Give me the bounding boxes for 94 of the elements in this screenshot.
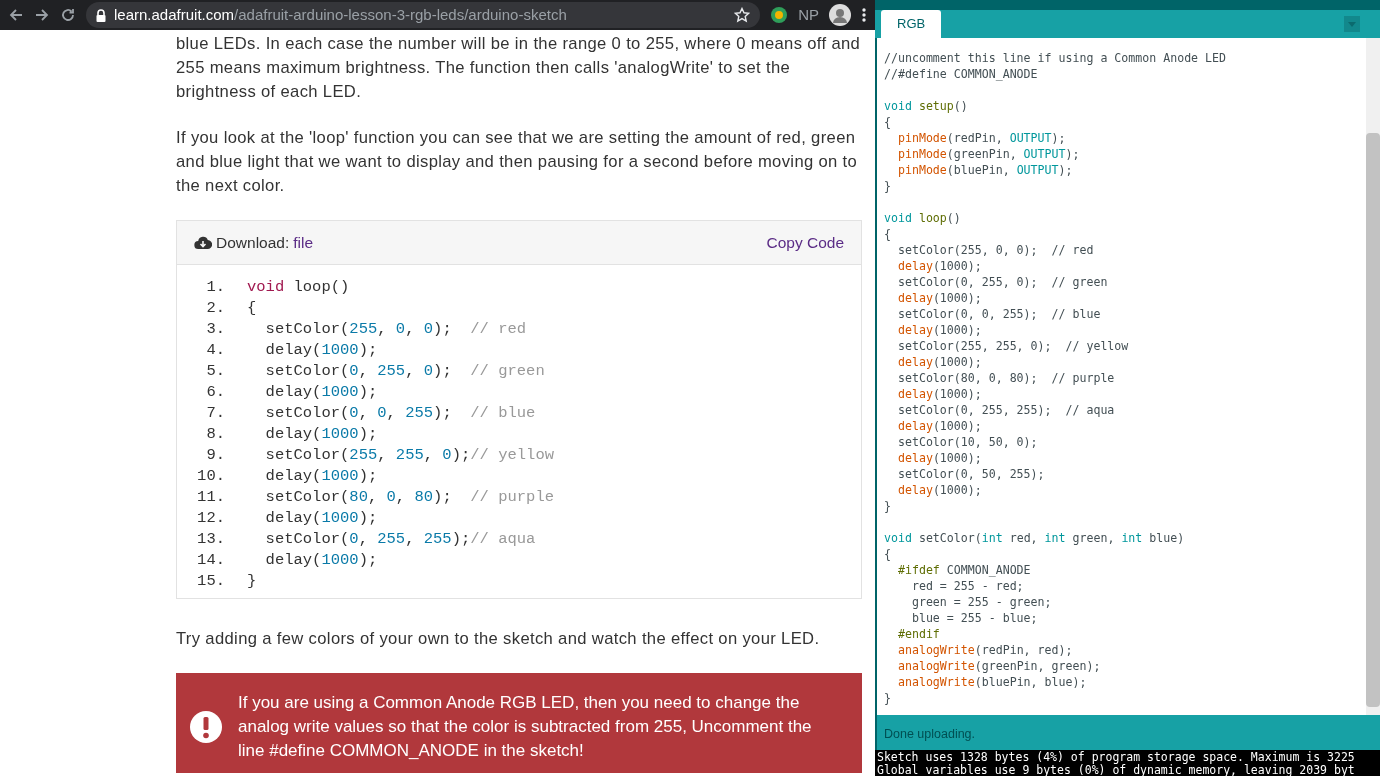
code-line: } [884, 690, 892, 706]
line-number: 8. [205, 424, 225, 445]
code-line: delay(1000); [264, 424, 378, 445]
code-line: pinMode(redPin, OUTPUT); [896, 130, 1067, 146]
line-number: 11. [196, 487, 225, 508]
body-paragraph: blue LEDs. In each case the number will be in the range 0 to 255, where 0 means off and 255 means maximum brightness. The function then calls 'analogWrite' to set the brightness of each LED. [176, 33, 862, 103]
code-line: delay(1000); [264, 340, 378, 361]
body-paragraph: Try adding a few colors of your own to the sketch and watch the effect on your LED. [176, 628, 821, 650]
code-line: setColor(255, 0, 0); // red [264, 319, 527, 340]
copy-code-link[interactable]: Copy Code [766, 230, 844, 255]
code-line: { [884, 226, 892, 242]
menu-icon[interactable] [861, 7, 867, 23]
code-line: setColor(255, 255, 0); // yellow [896, 338, 1130, 354]
code-line: setColor(0, 255, 0); // green [264, 361, 545, 382]
scrollbar-thumb[interactable] [1366, 133, 1380, 707]
code-line: { [884, 114, 892, 130]
status-message: Done uploading. [877, 715, 1380, 750]
avatar-icon[interactable] [829, 4, 851, 26]
code-line: analogWrite(greenPin, green); [896, 658, 1102, 674]
line-number: 15. [196, 571, 225, 592]
code-line: analogWrite(bluePin, blue); [896, 674, 1088, 690]
code-line: delay(1000); [264, 466, 378, 487]
code-line: delay(1000); [896, 322, 983, 338]
code-line: setColor(0, 50, 255); [896, 466, 1046, 482]
code-line: delay(1000); [896, 354, 983, 370]
code-line: } [884, 498, 892, 514]
back-icon[interactable] [8, 7, 24, 23]
code-line: delay(1000); [896, 258, 983, 274]
code-line: delay(1000); [896, 450, 983, 466]
code-line: delay(1000); [264, 550, 378, 571]
url-text: learn.adafruit.com/adafruit-arduino-lesson-3-rgb-leds/arduino-sketch [114, 4, 568, 25]
code-line: { [884, 546, 892, 562]
code-line: void setup() [884, 98, 969, 114]
lock-icon [96, 8, 106, 22]
code-line: void loop() [884, 210, 962, 226]
code-line: setColor(0, 255, 0); // green [896, 274, 1109, 290]
line-number: 12. [196, 508, 225, 529]
line-number: 13. [196, 529, 225, 550]
code-line: blue = 255 - blue; [910, 610, 1039, 626]
code-line: void setColor(int red, int green, int blue) [884, 530, 1186, 546]
reload-icon[interactable] [60, 7, 76, 23]
code-line: setColor(0, 255, 255); // aqua [896, 402, 1116, 418]
cloud-download-icon [194, 235, 212, 250]
line-number: 4. [205, 340, 225, 361]
code-line: //uncomment this line if using a Common Anode LED [884, 50, 1228, 66]
code-line: //#define COMMON_ANODE [884, 66, 1039, 82]
download-file-link[interactable]: file [293, 230, 314, 255]
code-line: { [247, 298, 257, 319]
editor-tab[interactable]: RGB [881, 9, 942, 38]
download-label: Download: [216, 232, 290, 253]
line-number: 10. [196, 466, 225, 487]
extension-icon[interactable] [770, 6, 789, 24]
line-number: 3. [205, 319, 225, 340]
console-output: Sketch uses 1328 bytes (4%) of program storage space. Maximum is 3225 Global variables use 9 bytes (0%) of dynamic memory, leaving 2039 byt [875, 750, 1380, 776]
star-icon[interactable] [734, 7, 751, 23]
code-line: red = 255 - red; [910, 578, 1025, 594]
code-line: delay(1000); [264, 508, 378, 529]
body-paragraph: If you look at the 'loop' function you can see that we are setting the amount of red, green and blue light that we want to display and then pausing for a second before moving on to the next color. [176, 127, 859, 197]
code-line: analogWrite(redPin, red); [896, 642, 1074, 658]
code-line: pinMode(greenPin, OUTPUT); [896, 146, 1081, 162]
code-editor[interactable] [877, 38, 1380, 715]
code-line: setColor(10, 50, 0); [896, 434, 1039, 450]
line-number: 7. [205, 403, 225, 424]
code-line: delay(1000); [896, 386, 983, 402]
line-number: 9. [205, 445, 225, 466]
line-number: 6. [205, 382, 225, 403]
code-line: setColor(0, 255, 255);// aqua [264, 529, 536, 550]
code-line: } [884, 178, 892, 194]
code-line: setColor(0, 0, 255); // blue [896, 306, 1102, 322]
line-number: 2. [205, 298, 225, 319]
code-line: delay(1000); [896, 290, 983, 306]
code-line: delay(1000); [896, 418, 983, 434]
code-line: setColor(0, 0, 255); // blue [264, 403, 536, 424]
code-line: setColor(80, 0, 80); // purple [264, 487, 554, 508]
code-line: setColor(80, 0, 80); // purple [896, 370, 1116, 386]
code-line: delay(1000); [896, 482, 983, 498]
profile-initials[interactable]: NP [798, 3, 819, 27]
code-line: green = 255 - green; [910, 594, 1053, 610]
line-number: 5. [205, 361, 225, 382]
forward-icon[interactable] [34, 7, 50, 23]
code-line: setColor(255, 255, 0);// yellow [264, 445, 554, 466]
code-line: void loop() [247, 277, 350, 298]
line-number: 1. [205, 277, 225, 298]
code-line: pinMode(bluePin, OUTPUT); [896, 162, 1074, 178]
exclamation-icon [190, 711, 222, 743]
code-line: } [247, 571, 257, 592]
code-line: #endif [896, 626, 941, 642]
warning-text: If you are using a Common Anode RGB LED, then you need to change the analog write values so that the color is subtracted from 255, Uncomment the line #define COMMON_ANODE in the sketch! [238, 692, 813, 762]
code-line: setColor(255, 0, 0); // red [896, 242, 1095, 258]
address-bar[interactable]: learn.adafruit.com/adafruit-arduino-lesson-3-rgb-leds/arduino-sketch [86, 2, 761, 28]
code-line: #ifdef COMMON_ANODE [896, 562, 1032, 578]
code-line: delay(1000); [264, 382, 378, 403]
caret-icon [1348, 21, 1356, 27]
line-number: 14. [196, 550, 225, 571]
